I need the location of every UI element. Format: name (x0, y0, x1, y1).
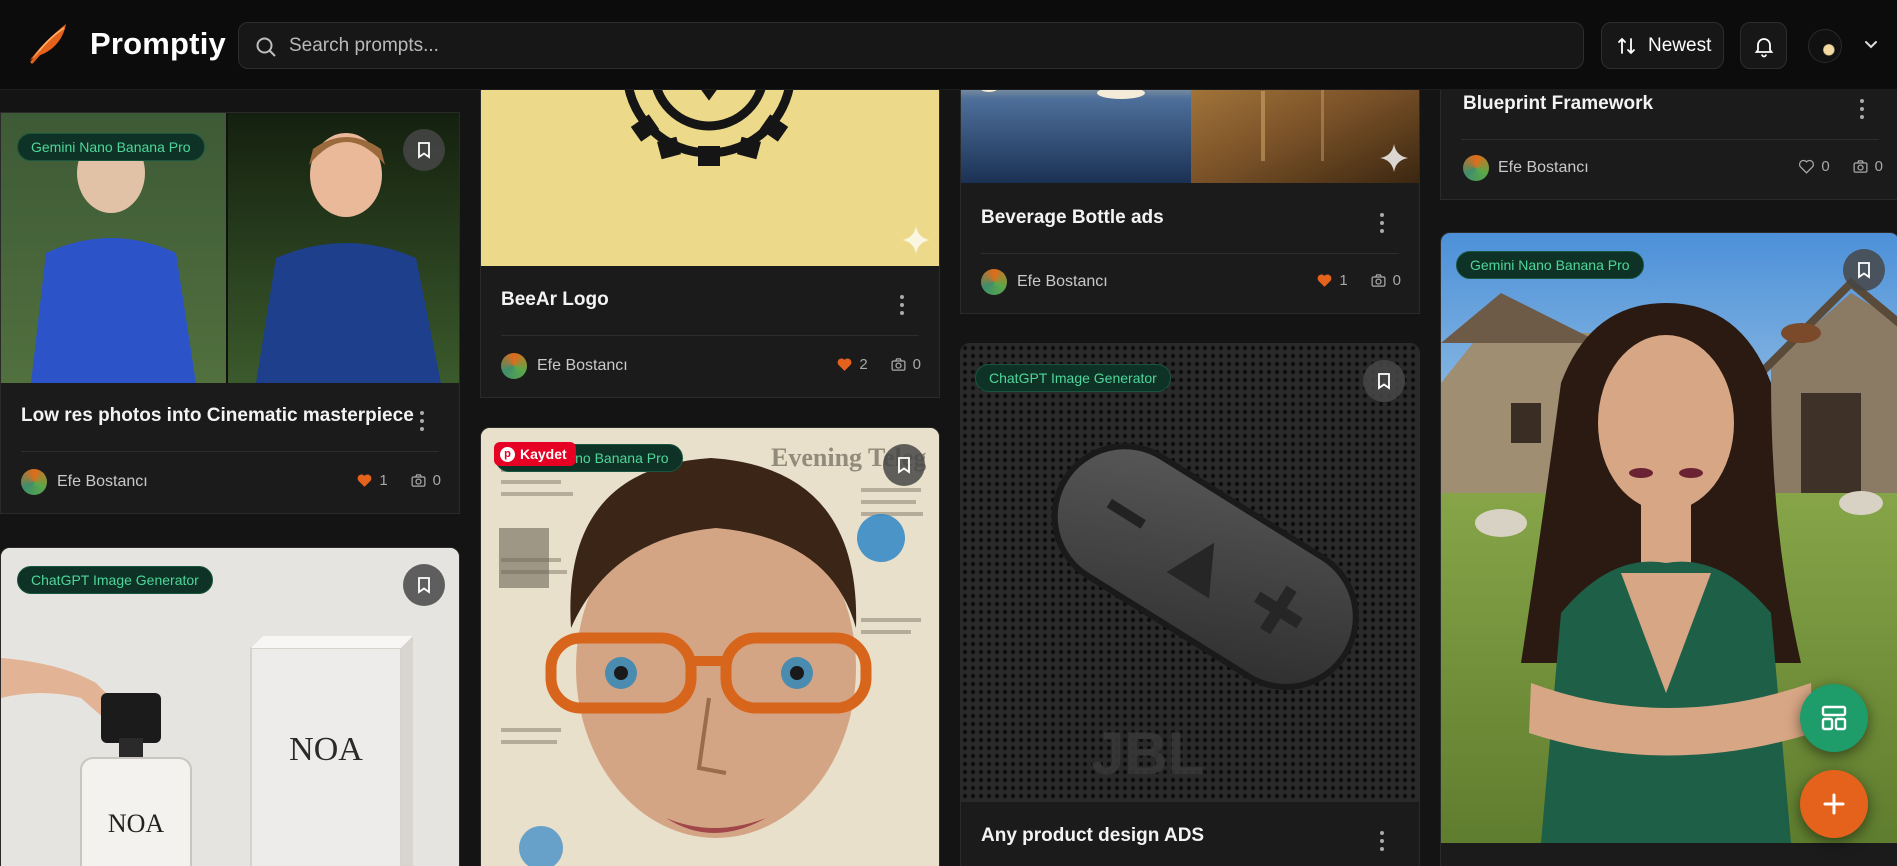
page: Promptiy Newest (0, 0, 1897, 866)
layout-toggle-button[interactable] (1800, 684, 1868, 752)
card-image[interactable]: NOA NOA (1, 548, 459, 866)
likes-count: 0 (1821, 158, 1830, 175)
search-bar[interactable] (238, 22, 1584, 69)
photos-count: 0 (1392, 272, 1401, 289)
search-icon (256, 37, 276, 57)
pinterest-icon: p (500, 446, 515, 462)
bookmark-button[interactable] (403, 129, 445, 171)
sort-button[interactable]: Newest (1601, 22, 1724, 69)
likes-count: 2 (859, 356, 868, 373)
heart-icon[interactable] (1798, 158, 1815, 175)
author-avatar[interactable] (981, 269, 1007, 295)
card-title[interactable]: Blueprint Framework (1463, 93, 1653, 115)
pinterest-save-button[interactable]: p Kaydet (494, 442, 576, 466)
sort-label: Newest (1648, 34, 1712, 56)
notifications-button[interactable] (1740, 22, 1787, 69)
photos-count: 0 (1874, 158, 1883, 175)
more-options-icon[interactable] (418, 411, 426, 431)
more-options-icon[interactable] (1858, 99, 1866, 119)
model-badge: ChatGPT Image Generator (975, 364, 1171, 392)
photos-count: 0 (912, 356, 921, 373)
card-title[interactable]: Beverage Bottle ads (981, 207, 1164, 229)
bookmark-button[interactable] (1363, 360, 1405, 402)
card-stats: 1 0 (356, 472, 441, 489)
camera-icon (411, 474, 426, 487)
logo-feather-icon[interactable] (26, 20, 72, 64)
card-image[interactable]: Evening Teleg (481, 428, 939, 866)
card-stats: 2 0 (836, 356, 921, 373)
bookmark-icon (418, 142, 430, 159)
svg-text:JBL: JBL (1091, 720, 1204, 787)
top-navbar: Promptiy Newest (0, 0, 1897, 90)
heart-icon[interactable] (836, 356, 853, 373)
sparkle-icon (902, 226, 930, 254)
search-input[interactable] (289, 23, 1569, 68)
author-name[interactable]: Efe Bostancı (1498, 159, 1589, 177)
likes-count: 1 (379, 472, 388, 489)
likes-count: 1 (1339, 272, 1348, 289)
chevron-down-icon[interactable] (1862, 36, 1880, 54)
photos-count: 0 (432, 472, 441, 489)
author-name[interactable]: Efe Bostancı (1017, 273, 1108, 291)
prompt-card[interactable]: NOA NOA ChatGPT Image Generator (0, 547, 460, 866)
author-avatar[interactable] (21, 469, 47, 495)
more-options-icon[interactable] (1378, 831, 1386, 851)
box-label: NOA (289, 731, 363, 768)
user-avatar[interactable] (1808, 29, 1842, 63)
card-image[interactable]: JBL (961, 344, 1419, 802)
bell-icon (1754, 37, 1773, 57)
prompt-card[interactable]: Evening Teleg Gemini Nano Banana Pro (480, 427, 940, 866)
bookmark-icon (418, 577, 430, 594)
model-badge: Gemini Nano Banana Pro (17, 133, 205, 161)
card-title[interactable]: Any product design ADS (981, 825, 1204, 847)
card-image[interactable] (481, 71, 939, 266)
more-options-icon[interactable] (898, 295, 906, 315)
card-stats: 1 0 (1316, 272, 1401, 289)
heart-icon[interactable] (356, 472, 373, 489)
divider (21, 451, 439, 452)
card-title[interactable]: BeeAr Logo (501, 289, 609, 311)
heart-icon[interactable] (1316, 272, 1333, 289)
author-avatar[interactable] (1463, 155, 1489, 181)
author-avatar[interactable] (501, 353, 527, 379)
plus-icon (1823, 793, 1845, 815)
layout-icon (1821, 705, 1847, 731)
model-badge: Gemini Nano Banana Pro (1456, 251, 1644, 279)
brand-name[interactable]: Promptiy (90, 26, 226, 62)
camera-icon (891, 358, 906, 371)
bookmark-button[interactable] (1843, 249, 1885, 291)
create-prompt-button[interactable] (1800, 770, 1868, 838)
prompt-card[interactable]: BeeAr Logo Efe Bostancı 2 0 (480, 70, 940, 398)
card-title[interactable]: Low res photos into Cinematic masterpiec… (21, 405, 414, 427)
divider (981, 253, 1399, 254)
card-stats: 0 0 (1798, 158, 1883, 175)
author-name[interactable]: Efe Bostancı (537, 357, 628, 375)
prompt-card[interactable]: Gemini Nano Banana Pro Low res photos in… (0, 112, 460, 514)
bookmark-icon (898, 457, 910, 474)
prompt-card[interactable]: JBL ChatGPT Image Generator Any product … (960, 343, 1420, 866)
bookmark-icon (1858, 262, 1870, 279)
camera-icon (1853, 160, 1868, 173)
sparkle-icon (1380, 144, 1408, 172)
divider (1461, 139, 1879, 140)
bottle-label: NOA (108, 809, 165, 838)
more-options-icon[interactable] (1378, 213, 1386, 233)
bookmark-icon (1378, 373, 1390, 390)
camera-icon (1371, 274, 1386, 287)
author-name[interactable]: Efe Bostancı (57, 473, 148, 491)
divider (501, 335, 919, 336)
bookmark-button[interactable] (403, 564, 445, 606)
bookmark-button[interactable] (883, 444, 925, 486)
pinterest-save-label: Kaydet (520, 446, 567, 462)
sort-icon (1618, 37, 1635, 54)
prompt-card[interactable]: Beverage Bottle ads Efe Bostancı 1 0 (960, 70, 1420, 314)
model-badge: ChatGPT Image Generator (17, 566, 213, 594)
